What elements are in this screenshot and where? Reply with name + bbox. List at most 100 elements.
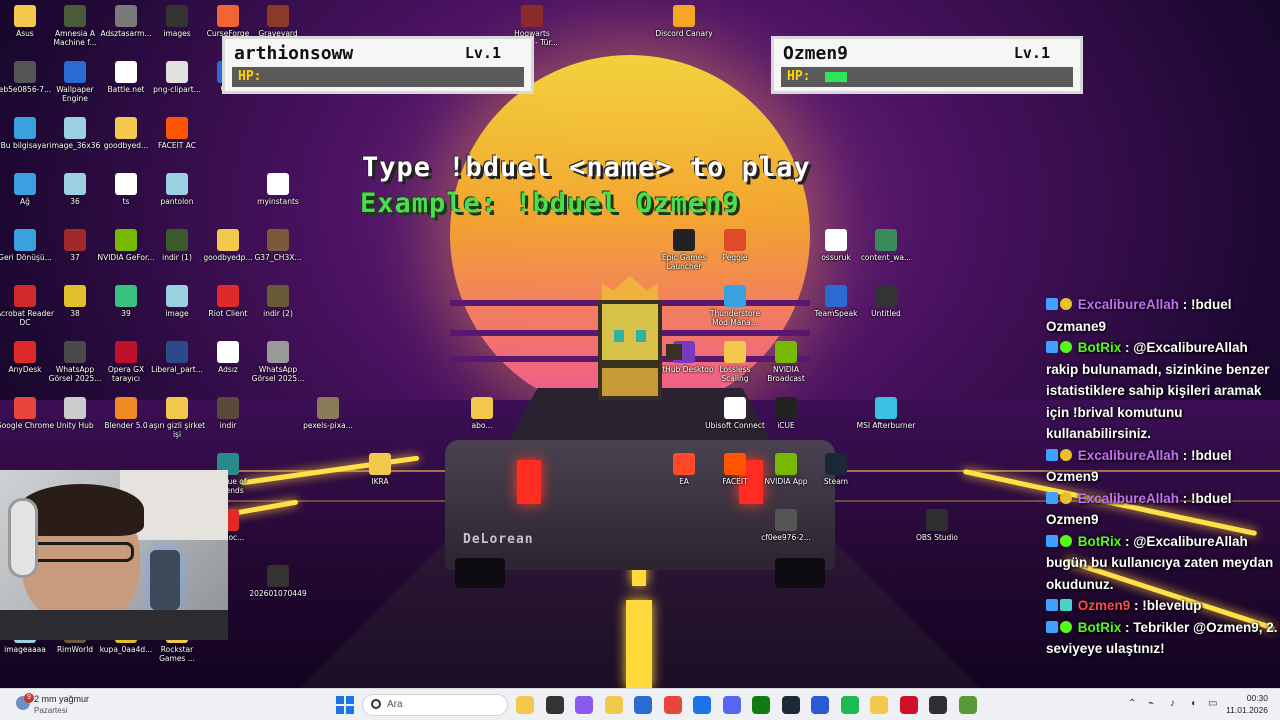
player2-hp-card: Ozmen9 Lv.1 HP:: [771, 36, 1083, 94]
car-wheel: [775, 558, 825, 588]
desktop-icon[interactable]: indir: [198, 397, 258, 430]
outlook-taskbar-icon[interactable]: [693, 696, 711, 714]
steam-taskbar-icon[interactable]: [781, 696, 800, 714]
app-icon: [521, 5, 543, 27]
app-icon: [825, 285, 847, 307]
desktop-icon-label: FACEIT AC: [157, 141, 196, 150]
task-view-taskbar-icon[interactable]: [545, 696, 564, 714]
start-button[interactable]: [336, 696, 354, 714]
taskbar-search-box[interactable]: Ara: [362, 694, 508, 716]
cheer-badge-icon: [1060, 491, 1072, 504]
app-icon: [267, 173, 289, 195]
weather-widget[interactable]: 9 2 mm yağmur Pazartesi: [14, 693, 124, 717]
road-center-line: [626, 600, 652, 688]
crown-icon: [602, 276, 658, 300]
chrome-taskbar-icon[interactable]: [663, 696, 682, 714]
chat-message: ExcalibureAllah : !bduel Ozmane9: [1040, 294, 1280, 337]
spotify-taskbar-icon[interactable]: [840, 696, 859, 714]
desktop-icon[interactable]: Discord Canary: [654, 5, 714, 38]
media-taskbar-icon[interactable]: [899, 696, 918, 714]
weather-condition: 2 mm yağmur: [34, 694, 90, 704]
desktop-icon[interactable]: content_wa...: [856, 229, 916, 262]
browser-taskbar-icon[interactable]: [811, 696, 829, 714]
xbox-taskbar-icon[interactable]: [752, 696, 770, 714]
app-icon: [673, 5, 695, 27]
player2-name: Ozmen9: [783, 43, 849, 64]
volume-icon[interactable]: ◖: [1190, 698, 1196, 709]
desktop-icon[interactable]: Thunderstore Mod Mana...: [705, 285, 765, 327]
network-icon[interactable]: ⌁: [1148, 698, 1154, 709]
chat-username[interactable]: Ozmen9: [1074, 598, 1131, 613]
desktop-icon[interactable]: Steam: [806, 453, 866, 486]
messenger-taskbar-icon[interactable]: [870, 696, 888, 714]
taskbar-clock[interactable]: 00:30 11.01.2026: [1226, 692, 1268, 716]
chat-username[interactable]: ExcalibureAllah: [1074, 297, 1179, 312]
copilot-taskbar-icon[interactable]: [575, 696, 593, 714]
tail-light: [517, 460, 541, 504]
desktop-icon[interactable]: myinstants: [248, 173, 308, 206]
battery-icon[interactable]: ▭: [1208, 698, 1217, 709]
microphone-icon[interactable]: ♪: [1170, 698, 1175, 709]
discord-taskbar-icon[interactable]: [722, 696, 741, 714]
chat-username[interactable]: ExcalibureAllah: [1074, 491, 1179, 506]
chat-username[interactable]: BotRix: [1074, 340, 1122, 355]
file-explorer-taskbar-icon[interactable]: [516, 696, 534, 714]
chat-username[interactable]: BotRix: [1074, 534, 1122, 549]
desktop-icon[interactable]: Peggle: [705, 229, 765, 262]
clock-date: 11.01.2026: [1226, 705, 1268, 715]
desktop-icon-label: IKRA: [371, 477, 389, 486]
player1-hp-bar: HP:: [232, 67, 524, 87]
desktop-icon[interactable]: iCUE: [756, 397, 816, 430]
search-placeholder: Ara: [387, 699, 403, 710]
minecraft-taskbar-icon[interactable]: [958, 696, 977, 714]
desktop-icon[interactable]: abo...: [452, 397, 512, 430]
desktop-icon[interactable]: OBS Studio: [907, 509, 967, 542]
desktop-icon[interactable]: WhatsApp Görsel 2025...: [248, 341, 308, 383]
desktop-icon-label: pexels-pixa...: [303, 421, 353, 430]
microsoft-store-taskbar-icon[interactable]: [634, 696, 652, 714]
app-icon: [115, 173, 137, 195]
app-icon: [267, 565, 289, 587]
app-icon: [64, 61, 86, 83]
sprite-head: [598, 300, 662, 364]
chat-username[interactable]: ExcalibureAllah: [1074, 448, 1179, 463]
app-icon: [267, 229, 289, 251]
app-icon: [217, 229, 239, 251]
app-icon: [724, 397, 746, 419]
app-icon: [166, 117, 188, 139]
stream-chat-overlay: ExcalibureAllah : !bduel Ozmane9 BotRix …: [1040, 294, 1280, 660]
desktop-icon[interactable]: MSI Afterburner: [856, 397, 916, 430]
desktop-icon[interactable]: FACEIT AC: [147, 117, 207, 150]
chevron-up-icon[interactable]: ⌃: [1128, 698, 1136, 709]
folder-taskbar-icon[interactable]: [604, 696, 623, 714]
desktop-icon-label: Peggle: [722, 253, 748, 262]
app-icon: [115, 61, 137, 83]
search-icon: [371, 699, 381, 709]
player1-hp-card: arthionsoww Lv.1 HP:: [222, 36, 534, 94]
sprite-hand: [666, 344, 682, 360]
kick-badge-icon: [1046, 448, 1058, 461]
desktop-icon[interactable]: G37_CH3X...: [248, 229, 308, 262]
app-icon: [724, 341, 746, 363]
desktop-icon[interactable]: cf0ee976-2...: [756, 509, 816, 542]
app-icon: [267, 285, 289, 307]
desktop-icon[interactable]: indir (2): [248, 285, 308, 318]
chat-username[interactable]: BotRix: [1074, 620, 1122, 635]
desktop-icon[interactable]: NVIDIA Broadcast: [756, 341, 816, 383]
app-icon: [471, 397, 493, 419]
desktop-icon-label: NVIDIA Broadcast: [767, 365, 805, 383]
app-icon: [166, 229, 188, 251]
desktop-icon[interactable]: Untitled: [856, 285, 916, 318]
pixel-king-sprite: [594, 272, 684, 404]
desktop-icon[interactable]: IKRA: [350, 453, 410, 486]
obs-taskbar-icon[interactable]: [929, 696, 947, 714]
app-icon: [14, 5, 36, 27]
desktop-icon[interactable]: Graveyard: [248, 5, 308, 38]
desktop-icon[interactable]: pexels-pixa...: [298, 397, 358, 430]
app-icon: [64, 5, 86, 27]
desktop-icon[interactable]: pantolon: [147, 173, 207, 206]
cheer-badge-icon: [1060, 448, 1072, 461]
desktop-icon[interactable]: 202601070449: [248, 565, 308, 598]
app-icon: [64, 285, 86, 307]
kick-badge-icon: [1046, 534, 1058, 547]
